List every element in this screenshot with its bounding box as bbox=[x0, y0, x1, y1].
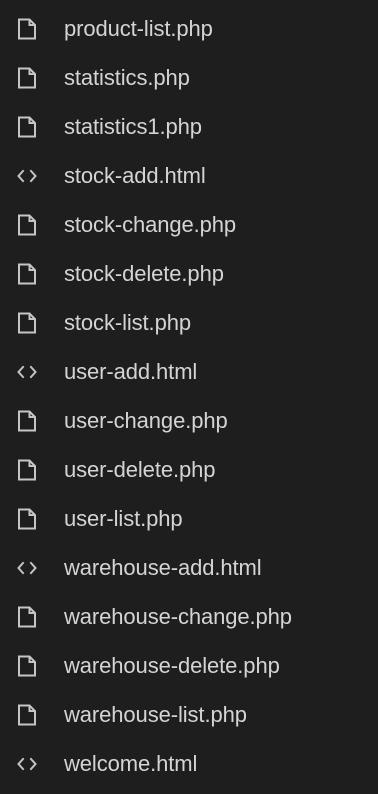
file-icon bbox=[14, 114, 40, 140]
file-name: user-add.html bbox=[64, 358, 198, 384]
file-name: statistics.php bbox=[64, 64, 190, 90]
file-name: warehouse-change.php bbox=[64, 603, 292, 629]
file-name: user-delete.php bbox=[64, 456, 216, 482]
file-item[interactable]: user-change.php bbox=[0, 396, 378, 445]
file-icon bbox=[14, 408, 40, 434]
file-item[interactable]: product-list.php bbox=[0, 4, 378, 53]
file-icon bbox=[14, 506, 40, 532]
file-icon bbox=[14, 16, 40, 42]
file-name: user-list.php bbox=[64, 505, 183, 531]
file-icon bbox=[14, 261, 40, 287]
file-name: stock-delete.php bbox=[64, 260, 224, 286]
file-icon bbox=[14, 604, 40, 630]
file-name: warehouse-list.php bbox=[64, 701, 247, 727]
file-name: warehouse-add.html bbox=[64, 554, 262, 580]
code-icon bbox=[14, 555, 40, 581]
file-item[interactable]: stock-list.php bbox=[0, 298, 378, 347]
file-item[interactable]: stock-change.php bbox=[0, 200, 378, 249]
file-icon bbox=[14, 65, 40, 91]
file-name: welcome.html bbox=[64, 750, 198, 776]
file-name: user-change.php bbox=[64, 407, 228, 433]
file-icon bbox=[14, 212, 40, 238]
file-item[interactable]: warehouse-list.php bbox=[0, 690, 378, 739]
code-icon bbox=[14, 163, 40, 189]
file-item[interactable]: user-list.php bbox=[0, 494, 378, 543]
file-item[interactable]: statistics.php bbox=[0, 53, 378, 102]
file-item[interactable]: statistics1.php bbox=[0, 102, 378, 151]
file-icon bbox=[14, 653, 40, 679]
file-name: stock-change.php bbox=[64, 211, 237, 237]
file-icon bbox=[14, 310, 40, 336]
code-icon bbox=[14, 359, 40, 385]
file-name: stock-add.html bbox=[64, 162, 206, 188]
file-name: stock-list.php bbox=[64, 309, 191, 335]
file-item[interactable]: stock-delete.php bbox=[0, 249, 378, 298]
file-item[interactable]: user-add.html bbox=[0, 347, 378, 396]
file-item[interactable]: user-delete.php bbox=[0, 445, 378, 494]
file-name: warehouse-delete.php bbox=[64, 652, 280, 678]
file-item[interactable]: welcome.html bbox=[0, 739, 378, 788]
file-name: statistics1.php bbox=[64, 113, 202, 139]
file-item[interactable]: stock-add.html bbox=[0, 151, 378, 200]
file-item[interactable]: warehouse-add.html bbox=[0, 543, 378, 592]
file-item[interactable]: warehouse-change.php bbox=[0, 592, 378, 641]
file-list: product-list.php statistics.php statistics… bbox=[0, 0, 378, 788]
file-item[interactable]: warehouse-delete.php bbox=[0, 641, 378, 690]
file-name: product-list.php bbox=[64, 15, 213, 41]
file-icon bbox=[14, 457, 40, 483]
file-icon bbox=[14, 702, 40, 728]
code-icon bbox=[14, 751, 40, 777]
file-explorer: product-list.php statistics.php statistics… bbox=[0, 0, 378, 794]
